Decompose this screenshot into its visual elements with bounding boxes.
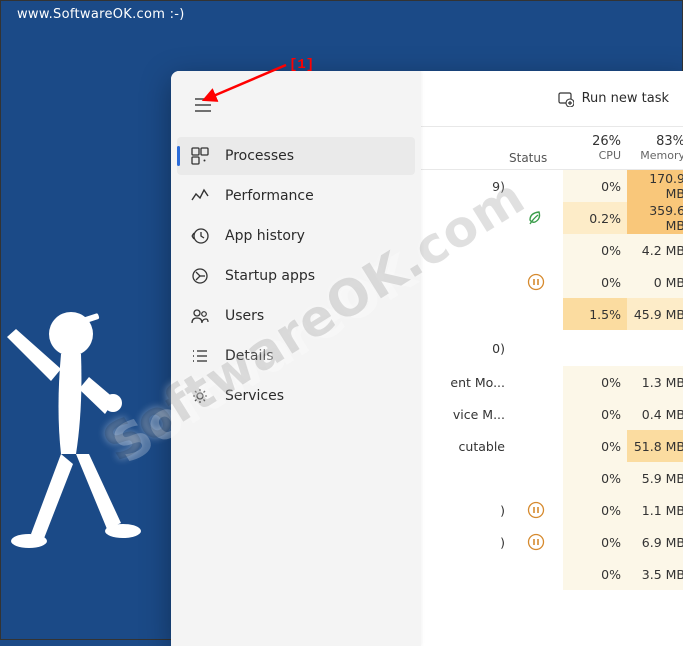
process-name: ent Mo... <box>421 375 509 390</box>
process-memory: 45.9 MB <box>627 298 683 330</box>
process-memory: 0.4 MB <box>627 398 683 430</box>
content-area: Run new task Status 26% CPU 83% Memory 9… <box>421 71 683 646</box>
process-cpu: 0% <box>563 526 627 558</box>
process-row[interactable]: 0%4.2 MB <box>421 234 683 266</box>
process-list: 9)0%170.9 MB0.2%359.6 MB0%4.2 MB0%0 MB1.… <box>421 170 683 646</box>
sidebar-item-startup-apps[interactable]: Startup apps <box>177 257 415 295</box>
process-status <box>509 273 563 291</box>
suspended-icon <box>527 273 545 291</box>
process-row[interactable]: 0%0 MB <box>421 266 683 298</box>
sidebar-item-performance[interactable]: Performance <box>177 177 415 215</box>
process-cpu: 0% <box>563 430 627 462</box>
col-status[interactable]: Status <box>509 127 563 169</box>
process-row[interactable]: 1.5%45.9 MB <box>421 298 683 330</box>
process-row[interactable]: 0%5.9 MB <box>421 462 683 494</box>
memory-percent: 83% <box>656 134 683 149</box>
process-cpu: 0% <box>563 234 627 266</box>
process-cpu: 0% <box>563 170 627 202</box>
sidebar-item-label: Performance <box>225 188 314 204</box>
sidebar-item-details[interactable]: Details <box>177 337 415 375</box>
sidebar: Processes Performance App history Startu… <box>171 71 421 646</box>
process-status <box>509 501 563 519</box>
column-headers: Status 26% CPU 83% Memory <box>421 126 683 170</box>
sidebar-item-label: Processes <box>225 148 294 164</box>
process-name: ) <box>421 535 509 550</box>
startup-icon <box>191 267 209 285</box>
run-new-task-button[interactable]: Run new task <box>550 85 677 113</box>
process-row[interactable]: vice M... 0%0.4 MB <box>421 398 683 430</box>
sidebar-item-label: Startup apps <box>225 268 315 284</box>
process-memory: 359.6 MB <box>627 202 683 234</box>
process-memory: 170.9 MB <box>627 170 683 202</box>
annotation-arrow <box>201 61 291 111</box>
details-icon <box>191 347 209 365</box>
processes-icon <box>191 147 209 165</box>
process-name: cutable <box>421 439 509 454</box>
process-memory: 51.8 MB <box>627 430 683 462</box>
process-cpu: 0% <box>563 398 627 430</box>
process-name: 0) <box>421 341 509 356</box>
sidebar-item-label: Users <box>225 308 264 324</box>
toolbar: Run new task <box>421 71 683 126</box>
process-cpu: 0% <box>563 558 627 590</box>
sidebar-item-services[interactable]: Services <box>177 377 415 415</box>
sidebar-item-users[interactable]: Users <box>177 297 415 335</box>
col-name[interactable] <box>421 127 509 169</box>
process-row[interactable]: 0.2%359.6 MB <box>421 202 683 234</box>
col-cpu[interactable]: 26% CPU <box>563 127 627 169</box>
users-icon <box>191 307 209 325</box>
process-name: 9) <box>421 179 509 194</box>
suspended-icon <box>527 501 545 519</box>
process-memory: 4.2 MB <box>627 234 683 266</box>
process-row[interactable]: ent Mo... 0%1.3 MB <box>421 366 683 398</box>
efficiency-icon <box>527 209 545 227</box>
run-task-icon <box>558 91 574 107</box>
process-status <box>509 533 563 551</box>
sidebar-item-label: App history <box>225 228 305 244</box>
process-name: vice M... <box>421 407 509 422</box>
process-cpu: 0% <box>563 266 627 298</box>
process-cpu: 0.2% <box>563 202 627 234</box>
process-row[interactable]: 0%3.5 MB <box>421 558 683 590</box>
sidebar-item-app-history[interactable]: App history <box>177 217 415 255</box>
sidebar-item-processes[interactable]: Processes <box>177 137 415 175</box>
sidebar-item-label: Details <box>225 348 274 364</box>
process-row[interactable]: ) 0%1.1 MB <box>421 494 683 526</box>
process-memory: 6.9 MB <box>627 526 683 558</box>
history-icon <box>191 227 209 245</box>
process-memory: 5.9 MB <box>627 462 683 494</box>
process-status <box>509 209 563 227</box>
process-cpu: 0% <box>563 462 627 494</box>
services-icon <box>191 387 209 405</box>
annotation-label: [1] <box>289 57 314 73</box>
process-row[interactable]: cutable 0%51.8 MB <box>421 430 683 462</box>
process-memory: 3.5 MB <box>627 558 683 590</box>
process-cpu: 0% <box>563 494 627 526</box>
process-row[interactable]: 9) 0%170.9 MB <box>421 170 683 202</box>
process-row[interactable]: ) 0%6.9 MB <box>421 526 683 558</box>
suspended-icon <box>527 533 545 551</box>
run-task-label: Run new task <box>582 91 669 106</box>
cpu-label: CPU <box>599 149 621 162</box>
memory-label: Memory <box>640 149 683 162</box>
process-memory: 1.1 MB <box>627 494 683 526</box>
process-cpu: 1.5% <box>563 298 627 330</box>
page-url: www.SoftwareOK.com :-) <box>17 7 185 22</box>
process-memory: 1.3 MB <box>627 366 683 398</box>
task-manager-window: Processes Performance App history Startu… <box>171 71 683 646</box>
performance-icon <box>191 187 209 205</box>
process-memory: 0 MB <box>627 266 683 298</box>
mascot-figure <box>1 279 176 579</box>
cpu-percent: 26% <box>592 134 621 149</box>
col-memory[interactable]: 83% Memory <box>627 127 683 169</box>
sidebar-item-label: Services <box>225 388 284 404</box>
process-group-row[interactable]: 0) <box>421 330 683 366</box>
process-name: ) <box>421 503 509 518</box>
process-cpu: 0% <box>563 366 627 398</box>
